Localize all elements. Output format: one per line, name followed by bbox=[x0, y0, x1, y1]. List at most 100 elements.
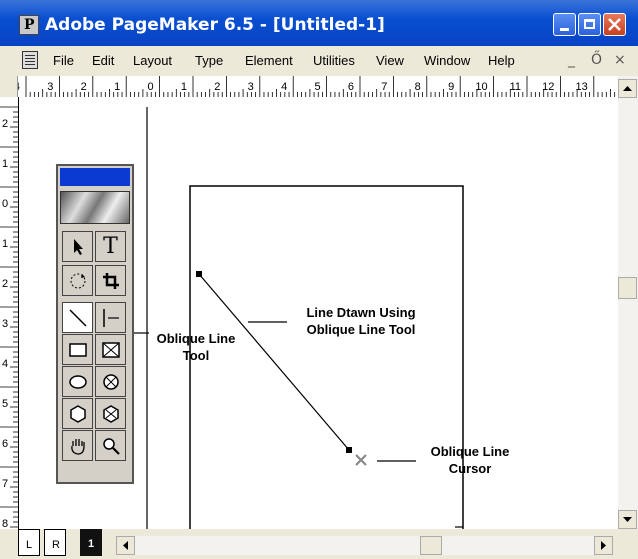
ruler-label: 2 bbox=[2, 278, 8, 290]
constrained-line-tool[interactable] bbox=[95, 302, 126, 333]
scroll-down-button[interactable] bbox=[618, 510, 637, 529]
scroll-right-button[interactable] bbox=[594, 536, 613, 555]
mdi-close-button[interactable]: × bbox=[614, 52, 626, 68]
oblique-line-tool[interactable] bbox=[62, 302, 93, 333]
pointer-tool[interactable] bbox=[62, 231, 93, 262]
ruler-label: 3 bbox=[2, 318, 8, 330]
arrow-right-icon bbox=[601, 541, 606, 550]
menu-element[interactable]: Element bbox=[245, 53, 293, 68]
annotation-cursor-1: Oblique Line bbox=[430, 444, 510, 459]
ellipse-frame-icon bbox=[102, 373, 119, 390]
ruler-label: 0 bbox=[147, 81, 153, 93]
ruler-label: 13 bbox=[576, 81, 588, 93]
annotation-cursor: Oblique Line Cursor bbox=[416, 443, 524, 477]
ruler-label: 2 bbox=[214, 81, 220, 93]
ruler-label: 10 bbox=[475, 81, 487, 93]
menu-utilities[interactable]: Utilities bbox=[313, 53, 355, 68]
zoom-tool[interactable] bbox=[95, 430, 126, 461]
toolbox-palette[interactable]: T bbox=[56, 164, 134, 484]
text-tool[interactable]: T bbox=[95, 231, 126, 262]
toolbox-title-bar[interactable] bbox=[60, 168, 130, 186]
menu-help[interactable]: Help bbox=[488, 53, 515, 68]
menu-window[interactable]: Window bbox=[424, 53, 470, 68]
arrow-up-icon bbox=[623, 86, 632, 91]
polygon-frame-tool[interactable] bbox=[95, 398, 126, 429]
ruler-label: 4 bbox=[2, 358, 8, 370]
maximize-button[interactable] bbox=[578, 13, 601, 36]
rotate-icon bbox=[70, 273, 85, 288]
page-1-label: 1 bbox=[88, 538, 95, 550]
ruler-label: 2 bbox=[81, 81, 87, 93]
ruler-origin[interactable] bbox=[0, 76, 18, 97]
annotation-tool-1: Oblique Line bbox=[156, 331, 236, 346]
ellipse-frame-tool[interactable] bbox=[95, 366, 126, 397]
ellipse-tool[interactable] bbox=[62, 366, 93, 397]
window-title: Adobe PageMaker 6.5 - [Untitled-1] bbox=[45, 15, 385, 35]
hand-icon bbox=[70, 438, 85, 455]
ruler-label: 2 bbox=[2, 118, 8, 130]
ruler-label: 5 bbox=[2, 398, 8, 410]
page-1-icon[interactable]: 1 bbox=[80, 529, 102, 556]
ruler-label: 6 bbox=[348, 81, 354, 93]
mdi-restore-button[interactable]: Ő bbox=[591, 52, 602, 68]
menu-file[interactable]: File bbox=[53, 53, 74, 68]
arrow-left-icon bbox=[123, 541, 128, 550]
rotate-tool[interactable] bbox=[62, 265, 93, 296]
ruler-label: 3 bbox=[47, 81, 53, 93]
annotation-tool: Oblique Line Tool bbox=[142, 330, 250, 364]
scroll-left-button[interactable] bbox=[116, 536, 135, 555]
app-icon-letter: P bbox=[24, 17, 35, 33]
vertical-scroll-thumb[interactable] bbox=[618, 277, 637, 299]
ruler-label: 8 bbox=[2, 518, 8, 529]
maximize-icon bbox=[584, 19, 595, 29]
rectangle-icon bbox=[68, 342, 87, 357]
menu-view[interactable]: View bbox=[376, 53, 404, 68]
ruler-label: 4 bbox=[18, 81, 20, 93]
vertical-scrollbar[interactable] bbox=[618, 76, 638, 529]
annotation-line-drawn-2: Oblique Line Tool bbox=[306, 322, 416, 337]
annotation-line-drawn-1: Line Dtawn Using bbox=[306, 305, 416, 320]
horizontal-scroll-thumb[interactable] bbox=[420, 536, 442, 555]
rectangle-frame-icon bbox=[101, 341, 120, 358]
document-icon[interactable] bbox=[22, 51, 38, 69]
oblique-line-cursor-icon bbox=[355, 454, 367, 466]
ruler-label: 8 bbox=[415, 81, 421, 93]
rectangle-frame-tool[interactable] bbox=[95, 334, 126, 365]
left-master-label: L bbox=[26, 539, 33, 551]
horizontal-ruler[interactable]: 4321012345678910111213 bbox=[18, 76, 618, 98]
polygon-frame-icon bbox=[102, 404, 119, 423]
hand-tool[interactable] bbox=[62, 430, 93, 461]
close-button[interactable] bbox=[603, 13, 626, 36]
minimize-icon bbox=[560, 28, 569, 31]
polygon-tool[interactable] bbox=[62, 398, 93, 429]
minimize-button[interactable] bbox=[553, 13, 576, 36]
scroll-up-button[interactable] bbox=[618, 79, 637, 98]
ruler-label: 9 bbox=[448, 81, 454, 93]
menu-type[interactable]: Type bbox=[195, 53, 223, 68]
ruler-label: 12 bbox=[542, 81, 554, 93]
line-handle-end bbox=[346, 447, 352, 453]
right-master-label: R bbox=[52, 539, 60, 551]
annotation-tool-2: Tool bbox=[182, 348, 210, 363]
toolbox-logo bbox=[60, 191, 130, 224]
horizontal-scroll-track[interactable] bbox=[135, 536, 594, 555]
mdi-minimize-button[interactable]: _ bbox=[568, 52, 575, 68]
rectangle-tool[interactable] bbox=[62, 334, 93, 365]
right-master-page-icon[interactable]: R bbox=[44, 529, 66, 556]
crop-tool[interactable] bbox=[95, 265, 126, 296]
ruler-label: 1 bbox=[2, 238, 8, 250]
ruler-label: 11 bbox=[510, 81, 521, 93]
annotation-line-drawn: Line Dtawn Using Oblique Line Tool bbox=[286, 304, 436, 338]
ruler-label: 1 bbox=[181, 81, 187, 93]
line-handle-start bbox=[196, 271, 202, 277]
ruler-label: 4 bbox=[281, 81, 287, 93]
vertical-ruler[interactable]: 210123456789 bbox=[0, 97, 19, 529]
ellipse-icon bbox=[68, 374, 87, 389]
oblique-line-icon bbox=[68, 308, 87, 327]
text-tool-icon: T bbox=[103, 234, 118, 259]
menu-edit[interactable]: Edit bbox=[92, 53, 114, 68]
pagemaker-app-icon[interactable]: P bbox=[19, 15, 39, 35]
left-master-page-icon[interactable]: L bbox=[18, 529, 40, 556]
menu-layout[interactable]: Layout bbox=[133, 53, 172, 68]
constrained-line-icon bbox=[102, 308, 119, 327]
